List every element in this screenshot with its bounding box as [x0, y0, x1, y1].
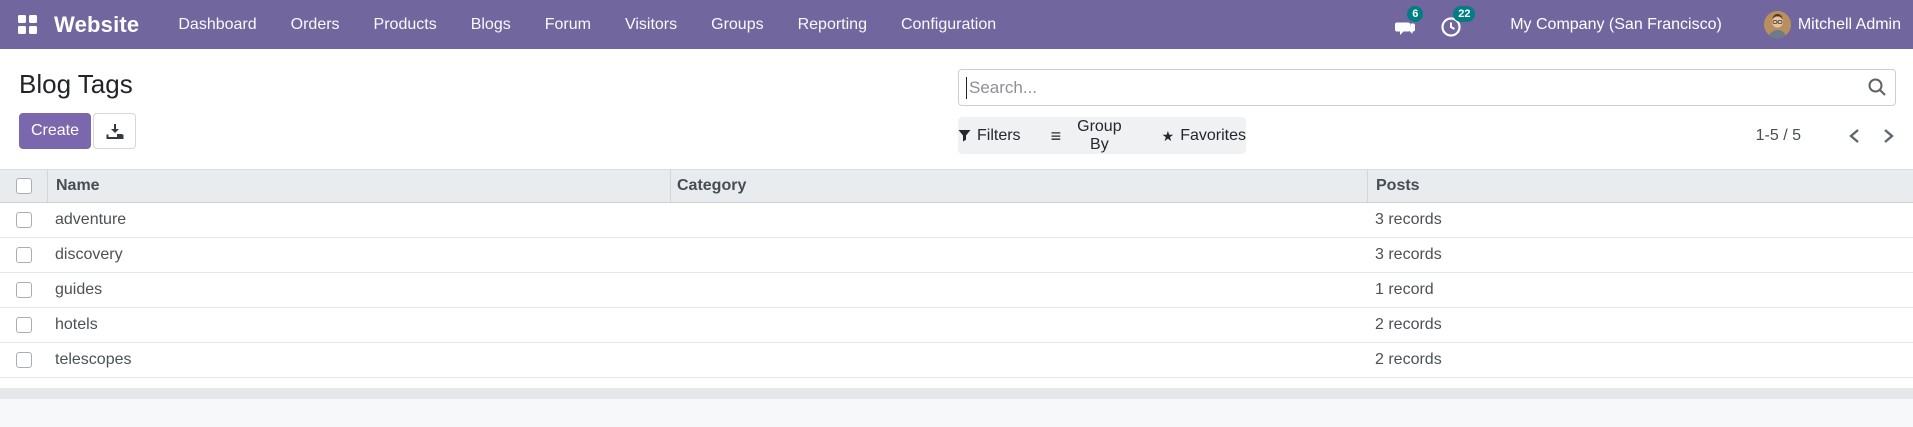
search-icon: [1868, 78, 1886, 96]
menu-item-blogs[interactable]: Blogs: [454, 0, 528, 49]
name-cell: telescopes: [55, 351, 132, 368]
column-header-category[interactable]: Category: [670, 170, 1367, 202]
page-title: Blog Tags: [19, 69, 133, 99]
search-input[interactable]: [959, 70, 1895, 105]
group-by-label: Group By: [1077, 117, 1122, 153]
chevron-right-icon: [1883, 128, 1894, 143]
menu-item-configuration[interactable]: Configuration: [884, 0, 1013, 49]
activities-button[interactable]: 22: [1440, 5, 1476, 40]
row-checkbox[interactable]: [15, 282, 32, 298]
user-menu[interactable]: Mitchell Admin: [1763, 11, 1901, 38]
table-header-row: Name Category Posts: [0, 169, 1913, 203]
table-row[interactable]: discovery 3 records: [0, 238, 1913, 273]
posts-cell: 3 records: [1375, 246, 1442, 263]
category-cell: [670, 343, 1367, 377]
table-row[interactable]: telescopes 2 records: [0, 343, 1913, 378]
search-options-bar: Filters ≡ Group By ★ Favorites: [958, 117, 1246, 154]
row-checkbox[interactable]: [15, 247, 32, 263]
column-header-name[interactable]: Name: [47, 170, 670, 202]
column-header-posts[interactable]: Posts: [1367, 170, 1913, 202]
row-check-cell: [0, 343, 47, 377]
download-icon: [106, 123, 123, 139]
main-menu: Dashboard Orders Products Blogs Forum Vi…: [161, 0, 1013, 49]
row-checkbox[interactable]: [15, 212, 32, 228]
table-empty-area: [0, 378, 1913, 388]
row-checkbox[interactable]: [15, 352, 32, 368]
pager-next-button[interactable]: [1877, 125, 1899, 147]
category-cell: [670, 238, 1367, 272]
control-panel: Blog Tags Create Filters ≡ Group B: [0, 49, 1913, 169]
favorites-button[interactable]: ★ Favorites: [1162, 127, 1246, 145]
row-check-cell: [0, 203, 47, 237]
menu-item-orders[interactable]: Orders: [274, 0, 357, 49]
category-cell: [670, 308, 1367, 342]
app-brand[interactable]: Website: [54, 12, 139, 38]
create-button[interactable]: Create: [19, 113, 91, 149]
user-name: Mitchell Admin: [1797, 15, 1901, 33]
activities-badge: 22: [1453, 5, 1476, 22]
row-checkbox[interactable]: [15, 317, 32, 333]
group-by-button[interactable]: ≡ Group By: [1051, 118, 1132, 154]
posts-cell: 2 records: [1375, 316, 1442, 333]
search-submit-button[interactable]: [1867, 77, 1887, 100]
category-cell: [670, 203, 1367, 237]
page-background: [0, 399, 1913, 427]
name-cell: adventure: [55, 211, 127, 228]
top-navbar: Website Dashboard Orders Products Blogs …: [0, 0, 1913, 49]
menu-item-visitors[interactable]: Visitors: [608, 0, 694, 49]
avatar: [1763, 11, 1791, 38]
chevron-left-icon: [1848, 128, 1859, 143]
name-cell: guides: [55, 281, 103, 298]
row-check-cell: [0, 238, 47, 272]
table-row[interactable]: guides 1 record: [0, 273, 1913, 308]
menu-item-products[interactable]: Products: [357, 0, 454, 49]
row-check-cell: [0, 273, 47, 307]
select-all-checkbox[interactable]: [15, 178, 32, 194]
favorites-star-icon: ★: [1161, 127, 1175, 144]
favorites-label: Favorites: [1180, 126, 1246, 144]
posts-cell: 3 records: [1375, 211, 1442, 228]
pager: 1-5 / 5: [1756, 117, 1899, 154]
select-all-cell: [0, 170, 47, 202]
export-button[interactable]: [93, 113, 136, 149]
posts-cell: 1 record: [1375, 281, 1434, 298]
table-footer-band: [0, 388, 1913, 399]
menu-item-groups[interactable]: Groups: [694, 0, 780, 49]
row-check-cell: [0, 308, 47, 342]
menu-item-reporting[interactable]: Reporting: [781, 0, 884, 49]
filters-label: Filters: [977, 126, 1021, 144]
apps-menu-button[interactable]: [18, 15, 37, 34]
group-by-icon: ≡: [1050, 125, 1062, 146]
posts-cell: 2 records: [1375, 351, 1442, 368]
table-row[interactable]: adventure 3 records: [0, 203, 1913, 238]
pager-previous-button[interactable]: [1843, 125, 1865, 147]
name-cell: hotels: [55, 316, 98, 333]
company-switcher[interactable]: My Company (San Francisco): [1510, 16, 1722, 34]
funnel-icon: [958, 130, 971, 142]
apps-grid-icon: [18, 15, 37, 34]
filters-button[interactable]: Filters: [958, 127, 1021, 145]
messages-badge: 6: [1407, 5, 1424, 22]
search-box: [958, 69, 1896, 106]
name-cell: discovery: [55, 246, 123, 263]
list-view: Name Category Posts adventure 3 records …: [0, 169, 1913, 427]
menu-item-forum[interactable]: Forum: [528, 0, 608, 49]
navbar-systray: 6 22 My Company (San Francisco) Mitchell…: [1394, 5, 1913, 40]
messages-button[interactable]: 6: [1394, 5, 1424, 40]
table-row[interactable]: hotels 2 records: [0, 308, 1913, 343]
menu-item-dashboard[interactable]: Dashboard: [161, 0, 273, 49]
category-cell: [670, 273, 1367, 307]
pager-value[interactable]: 1-5 / 5: [1756, 127, 1801, 145]
text-caret: [966, 77, 967, 99]
